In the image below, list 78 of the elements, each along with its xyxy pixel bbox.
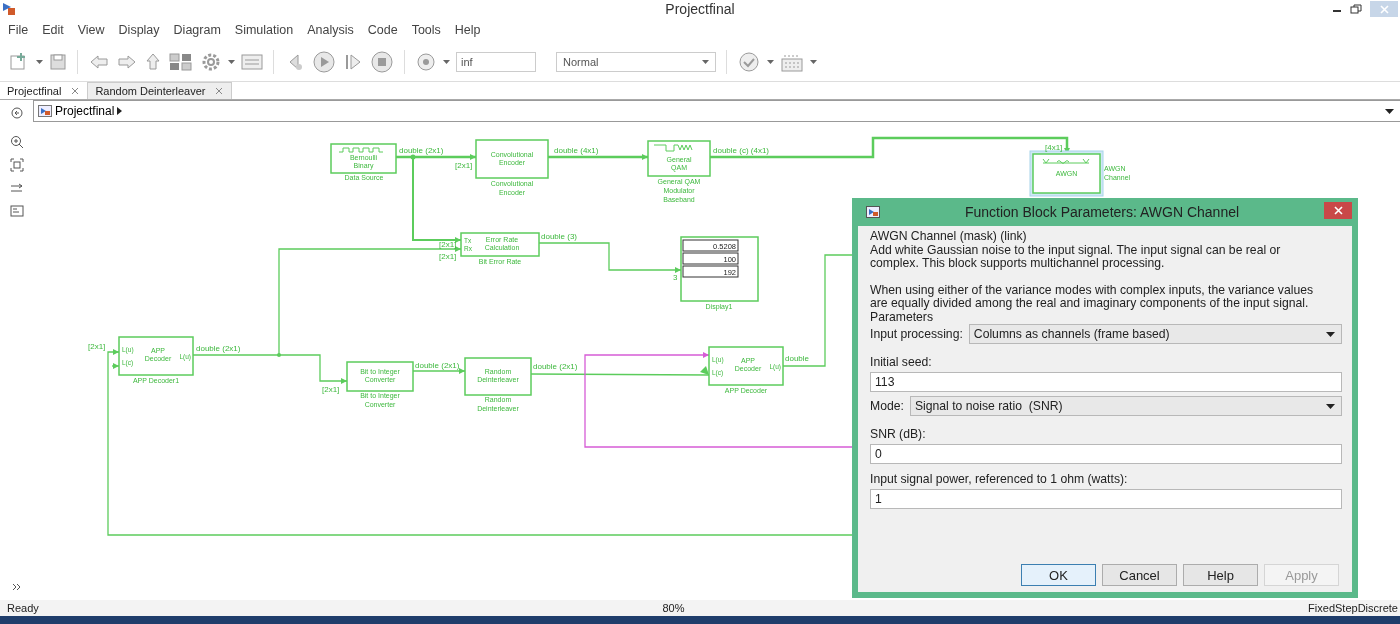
menu-item[interactable]: Tools [411,23,441,37]
window-title: Projectfinal [665,1,735,17]
input-field[interactable]: 113 [870,372,1342,392]
section-heading: AWGN Channel (mask) (link) [870,230,1028,244]
menu-item[interactable]: View [77,23,105,37]
signal-label: [2x1] [455,161,473,170]
signal-label: double (3) [541,232,578,241]
fit-view-icon[interactable] [9,158,24,172]
menu-item[interactable]: File [8,23,29,37]
caret-icon[interactable] [1326,403,1335,409]
close-button[interactable] [1324,201,1352,219]
stop-icon[interactable] [370,50,394,73]
status-text: Ready [7,602,39,614]
play-icon[interactable] [312,50,336,73]
field-label: SNR (dB): [870,427,927,441]
signal-label: double (4x1) [554,146,599,155]
arrows-icon[interactable] [9,181,24,195]
double-chevron-icon[interactable] [11,583,22,591]
check-icon[interactable] [737,50,761,73]
caret-right-icon[interactable] [117,107,123,115]
signal-label: [2x1] [439,252,457,261]
menu-item[interactable]: Help [454,23,481,37]
simulation-mode-dropdown[interactable]: Normal [556,51,716,72]
dialog-title: Function Block Parameters: AWGN Channel [963,204,1241,220]
signal-label: double (2x1) [196,344,241,353]
dialog-button[interactable]: Cancel [1102,564,1177,586]
stop-time-field[interactable]: inf [456,51,536,72]
menu-item[interactable]: Edit [42,23,64,37]
junction-dot [410,154,416,160]
pulse-wave-icon [338,147,384,153]
restore-icon[interactable] [1350,4,1362,14]
model-icon [38,105,52,117]
signal-label: [4x1] [1045,143,1063,152]
caret-icon[interactable] [1385,108,1394,114]
signal-label: double (2x1) [533,362,578,371]
menu-item[interactable]: Analysis [307,23,354,37]
signal-label: [2x1] [88,342,106,351]
menu-item[interactable]: Display [118,23,160,37]
modulated-wave-icon [653,144,693,152]
menu-item[interactable]: Diagram [173,23,221,37]
field-label: Input signal power, referenced to 1 ohm (watts): [870,472,1129,486]
text-box-icon[interactable] [9,204,24,218]
solver-name: FixedStepDiscrete [1308,602,1398,614]
zoom-in-icon[interactable] [9,135,24,149]
signal-label: double [785,354,810,363]
dialog-button[interactable]: Help [1183,564,1258,586]
signal-label: 3 [673,273,678,282]
junction-dot [277,353,281,357]
section-heading: Parameters [870,310,934,324]
dialog-icon [866,206,880,218]
signal-label: [2x1] [322,385,340,394]
signal-label: double (c) (4x1) [713,146,770,155]
dialog-button[interactable]: OK [1021,564,1096,586]
menu-item[interactable]: Code [367,23,398,37]
close-icon[interactable] [215,87,224,95]
breadcrumb-link[interactable]: Projectfinal [55,104,115,118]
close-icon[interactable] [71,86,80,95]
description-text: When using either of the variance modes with complex inputs, the variance values are equally divided among the real and imaginary components of the input signal. [870,283,1315,311]
back-circle-icon[interactable] [10,107,23,119]
tab[interactable]: Random Deinterleaver [87,82,233,99]
caret-icon[interactable] [1326,331,1335,337]
menu-item[interactable]: Simulation [234,23,294,37]
dropdown[interactable]: Signal to noise ratio (SNR) [909,396,1342,416]
dropdown[interactable]: Columns as channels (frame based) [968,324,1342,344]
zoom-level: 80% [662,602,685,614]
input-field[interactable]: 1 [870,489,1342,509]
input-field[interactable]: 0 [870,444,1342,464]
description-text: Add white Gaussian noise to the input signal. The input signal can be real or complex. This block supports multichannel processing. [870,243,1282,271]
field-label: Input processing: [870,327,963,341]
signal-label: double (2x1) [415,361,460,370]
signal-label: [2x1] [439,240,457,249]
record-icon[interactable] [415,50,437,73]
app-icon [2,2,16,16]
field-label: Initial seed: [870,355,933,369]
library-icon[interactable] [168,50,194,73]
signal-label: double (2x1) [399,146,444,155]
noise-channel-icon [1042,158,1090,164]
field-label: Mode: [870,399,904,413]
